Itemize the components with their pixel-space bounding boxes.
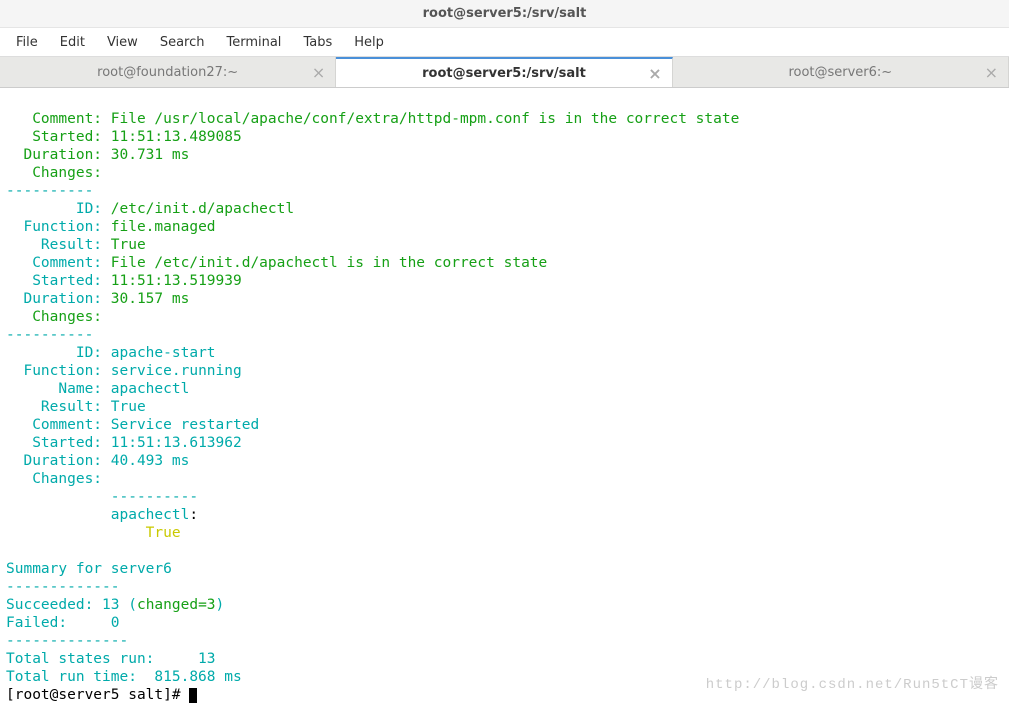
tab-server6[interactable]: root@server6:~ × (673, 57, 1009, 87)
menu-bar: File Edit View Search Terminal Tabs Help (0, 28, 1009, 56)
separator: ---------- (6, 183, 93, 199)
tab-bar: root@foundation27:~ × root@server5:/srv/… (0, 56, 1009, 88)
out-line: Function: file.managed (6, 219, 216, 235)
out-line: ---------- (6, 489, 198, 505)
separator: ------------- (6, 579, 120, 595)
menu-help[interactable]: Help (344, 31, 394, 54)
out-line: Comment: Service restarted (6, 417, 259, 433)
out-line: Succeeded: 13 (changed=3) (6, 597, 224, 613)
tab-server5[interactable]: root@server5:/srv/salt × (336, 57, 672, 87)
menu-terminal[interactable]: Terminal (216, 31, 291, 54)
cursor-icon (189, 688, 197, 703)
menu-search[interactable]: Search (150, 31, 215, 54)
out-line: Total states run: 13 (6, 651, 216, 667)
close-icon[interactable]: × (648, 64, 661, 83)
close-icon[interactable]: × (985, 63, 998, 82)
window-title: root@server5:/srv/salt (423, 6, 587, 21)
menu-tabs[interactable]: Tabs (293, 31, 342, 54)
tab-label: root@server6:~ (788, 65, 892, 80)
out-line: ID: apache-start (6, 345, 216, 361)
out-line: Started: 11:51:13.489085 (6, 129, 242, 145)
terminal-output[interactable]: Comment: File /usr/local/apache/conf/ext… (0, 88, 1009, 710)
out-line: Name: apachectl (6, 381, 189, 397)
out-line: Result: True (6, 399, 146, 415)
out-line: ID: /etc/init.d/apachectl (6, 201, 294, 217)
close-icon[interactable]: × (312, 63, 325, 82)
separator: ---------- (6, 327, 93, 343)
menu-edit[interactable]: Edit (50, 31, 95, 54)
out-line: Failed: 0 (6, 615, 120, 631)
menu-file[interactable]: File (6, 31, 48, 54)
out-line: Started: 11:51:13.519939 (6, 273, 242, 289)
out-line: apachectl: (6, 507, 198, 523)
menu-view[interactable]: View (97, 31, 148, 54)
out-line: True (6, 525, 181, 541)
out-line: Changes: (6, 309, 102, 325)
out-line: Comment: File /usr/local/apache/conf/ext… (6, 111, 739, 127)
out-line: Duration: 30.157 ms (6, 291, 189, 307)
prompt-line[interactable]: [root@server5 salt]# (6, 687, 197, 703)
tab-label: root@server5:/srv/salt (422, 66, 586, 81)
out-line: Duration: 40.493 ms (6, 453, 189, 469)
out-line: Result: True (6, 237, 146, 253)
out-line: Comment: File /etc/init.d/apachectl is i… (6, 255, 547, 271)
tab-foundation27[interactable]: root@foundation27:~ × (0, 57, 336, 87)
window-titlebar: root@server5:/srv/salt (0, 0, 1009, 28)
out-line: Function: service.running (6, 363, 242, 379)
out-line: Total run time: 815.868 ms (6, 669, 242, 685)
tab-label: root@foundation27:~ (97, 65, 238, 80)
separator: -------------- (6, 633, 128, 649)
out-line: Changes: (6, 165, 102, 181)
out-line: Changes: (6, 471, 102, 487)
summary-header: Summary for server6 (6, 561, 172, 577)
out-line: Started: 11:51:13.613962 (6, 435, 242, 451)
out-line: Duration: 30.731 ms (6, 147, 189, 163)
